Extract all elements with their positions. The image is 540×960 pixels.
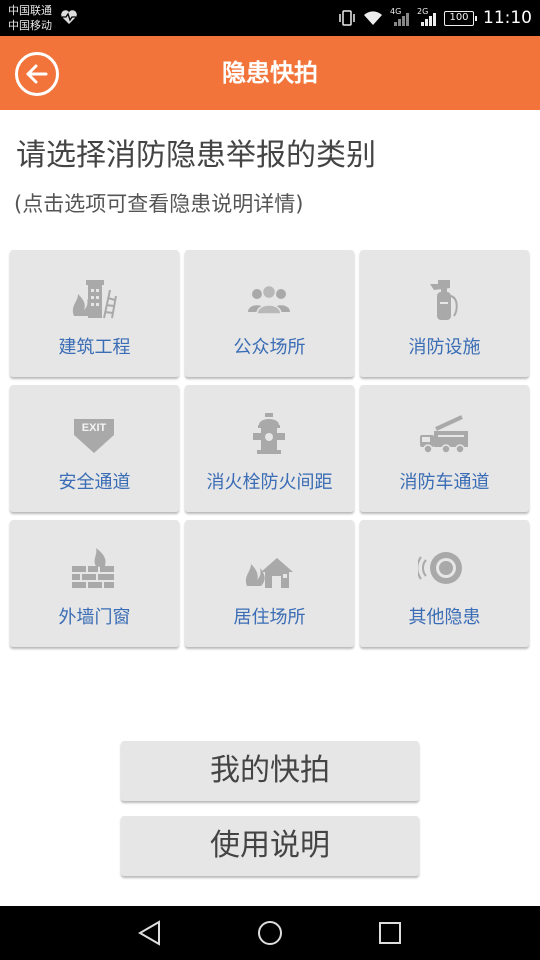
app-bar: 隐患快拍 bbox=[0, 36, 540, 110]
category-residential[interactable]: 居住场所 bbox=[185, 520, 354, 647]
construction-building-icon bbox=[72, 280, 117, 319]
category-label: 建筑工程 bbox=[58, 337, 131, 358]
category-label: 安全通道 bbox=[58, 472, 131, 493]
burning-house-icon bbox=[245, 558, 293, 588]
fire-truck-icon bbox=[420, 415, 468, 454]
burning-wall-icon bbox=[72, 548, 114, 588]
exit-sign-icon: EXIT bbox=[74, 419, 114, 453]
clock: 11:10 bbox=[483, 8, 532, 28]
category-hydrant-spacing[interactable]: 消火栓防火间距 bbox=[185, 385, 354, 512]
category-construction[interactable]: 建筑工程 bbox=[10, 250, 179, 377]
navigation-bar bbox=[0, 906, 540, 960]
category-other-hazards[interactable]: 其他隐患 bbox=[360, 520, 529, 647]
fire-extinguisher-icon bbox=[430, 280, 458, 320]
exit-sign-text: EXIT bbox=[82, 422, 107, 434]
category-label: 公众场所 bbox=[233, 337, 306, 358]
category-label: 消火栓防火间距 bbox=[206, 472, 333, 493]
category-exterior-walls[interactable]: 外墙门窗 bbox=[10, 520, 179, 647]
category-label: 消防车通道 bbox=[399, 472, 490, 493]
instructions-button[interactable]: 使用说明 bbox=[121, 816, 419, 876]
page-title: 隐患快拍 bbox=[222, 59, 318, 87]
headline: 请选择消防隐患举报的类别 bbox=[16, 138, 376, 173]
category-fire-facilities[interactable]: 消防设施 bbox=[360, 250, 529, 377]
carrier-1: 中国联通 bbox=[8, 4, 52, 17]
nav-recents-icon[interactable] bbox=[375, 918, 405, 948]
nav-back-icon[interactable] bbox=[135, 918, 165, 948]
back-button[interactable] bbox=[15, 52, 59, 96]
status-bar: 中国联通 中国移动 4G 2G 100 11:10 bbox=[0, 0, 540, 36]
category-label: 其他隐患 bbox=[408, 607, 481, 628]
signal-2: 2G bbox=[417, 7, 437, 27]
arrow-left-icon bbox=[26, 64, 48, 84]
vibrate-icon bbox=[339, 10, 355, 26]
fire-hydrant-icon bbox=[253, 413, 285, 454]
signal-bars-icon bbox=[394, 13, 409, 26]
subheadline: (点击选项可查看隐患说明详情) bbox=[14, 192, 304, 216]
people-crowd-icon bbox=[248, 284, 290, 315]
category-fire-lane[interactable]: 消防车通道 bbox=[360, 385, 529, 512]
category-public-places[interactable]: 公众场所 bbox=[185, 250, 354, 377]
status-icons: 4G 2G 100 11:10 bbox=[338, 0, 532, 36]
carrier-2: 中国移动 bbox=[8, 19, 52, 32]
category-label: 消防设施 bbox=[408, 337, 481, 358]
my-snapshots-button[interactable]: 我的快拍 bbox=[121, 741, 419, 801]
signal-1: 4G bbox=[390, 7, 410, 27]
carrier-labels: 中国联通 中国移动 bbox=[8, 3, 52, 33]
signal-bars-icon bbox=[421, 13, 436, 26]
category-safety-exit[interactable]: EXIT 安全通道 bbox=[10, 385, 179, 512]
battery-icon: 100 bbox=[444, 10, 477, 26]
nav-home-icon[interactable] bbox=[255, 918, 285, 948]
alarm-bell-icon bbox=[418, 552, 462, 584]
heart-rate-icon bbox=[61, 10, 77, 24]
category-label: 居住场所 bbox=[233, 607, 306, 628]
category-label: 外墙门窗 bbox=[58, 607, 131, 628]
wifi-icon bbox=[364, 11, 382, 25]
